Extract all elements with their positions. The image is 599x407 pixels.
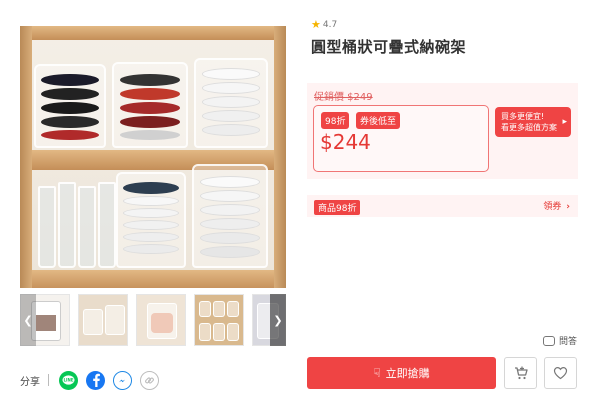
share-facebook-button[interactable] <box>86 370 105 390</box>
bowl-holder <box>194 58 268 148</box>
bulk-deal-button[interactable]: 買多更便宜! 看更多超值方案 ▸ <box>495 107 571 137</box>
line-icon: LINE <box>62 374 75 385</box>
price-panel: 促銷價 $249 98折 券後低至 $244 買多更便宜! 看更多超值方案 ▸ <box>307 83 578 179</box>
messenger-icon <box>119 379 126 382</box>
share-line-button[interactable]: LINE <box>59 370 78 390</box>
share-label: 分享 <box>20 376 40 388</box>
buy-now-button[interactable]: ☟ 立即搶購 <box>307 357 496 389</box>
divider <box>48 374 49 386</box>
chat-bubble-icon <box>543 335 555 346</box>
chevron-left-icon: ❮ <box>23 313 33 327</box>
drinking-glass <box>78 186 96 268</box>
drinking-glass <box>58 182 76 268</box>
link-icon <box>145 377 154 383</box>
product-title: 圓型桶狀可疊式納碗架 <box>311 38 467 56</box>
chevron-right-icon: ❯ <box>273 313 283 327</box>
get-coupon-label: 領券 <box>543 202 562 212</box>
share-link-button[interactable] <box>140 370 159 390</box>
add-to-cart-button[interactable] <box>504 357 537 389</box>
drinking-glass <box>98 182 116 268</box>
thumbnail[interactable] <box>78 294 128 346</box>
discount-badge: 98折 <box>321 112 350 129</box>
plate-holder <box>192 164 268 268</box>
share-row: 分享 LINE <box>20 368 167 392</box>
buy-now-label: 立即搶購 <box>385 367 430 380</box>
drinking-glass <box>38 186 56 268</box>
star-icon: ★ <box>311 18 321 31</box>
plate-holder <box>116 172 186 268</box>
get-coupon-link[interactable]: 領券 › <box>543 199 570 212</box>
promo-line-2: 看更多超值方案 <box>501 123 557 132</box>
final-price: $244 <box>320 130 371 154</box>
facebook-icon <box>92 373 100 387</box>
heart-icon <box>553 366 568 380</box>
coupon-price-box: 98折 券後低至 $244 <box>313 105 489 172</box>
after-coupon-badge: 券後低至 <box>356 112 401 129</box>
main-product-photo[interactable] <box>20 26 286 288</box>
add-to-cart-icon <box>514 366 528 380</box>
gallery-next-button[interactable]: ❯ <box>270 294 286 346</box>
shelf-board <box>20 270 286 288</box>
share-messenger-button[interactable] <box>113 370 132 390</box>
hand-pointer-icon: ☟ <box>373 366 381 380</box>
gallery-prev-button[interactable]: ❮ <box>20 294 36 346</box>
chevron-right-icon: ▸ <box>562 117 567 127</box>
qa-label: 問答 <box>559 337 578 347</box>
thumbnail-strip: ❮ ❯ <box>20 294 286 346</box>
bowl-holder <box>34 64 106 148</box>
promo-line-1: 買多更便宜! <box>501 112 545 121</box>
rating-value: 4.7 <box>322 19 338 30</box>
favorite-button[interactable] <box>544 357 577 389</box>
original-price: 促銷價 $249 <box>314 92 373 103</box>
qa-link[interactable]: 問答 <box>543 334 577 347</box>
shelf-board <box>20 26 286 40</box>
coupon-bar: 商品98折 領券 › <box>307 195 578 217</box>
thumbnail[interactable] <box>194 294 244 346</box>
coupon-tag: 商品98折 <box>314 200 361 215</box>
bowl-holder <box>112 62 188 148</box>
chevron-right-icon: › <box>566 202 570 212</box>
svg-text:LINE: LINE <box>63 377 73 382</box>
product-rating: ★ 4.7 <box>311 18 337 31</box>
thumbnail[interactable] <box>136 294 186 346</box>
